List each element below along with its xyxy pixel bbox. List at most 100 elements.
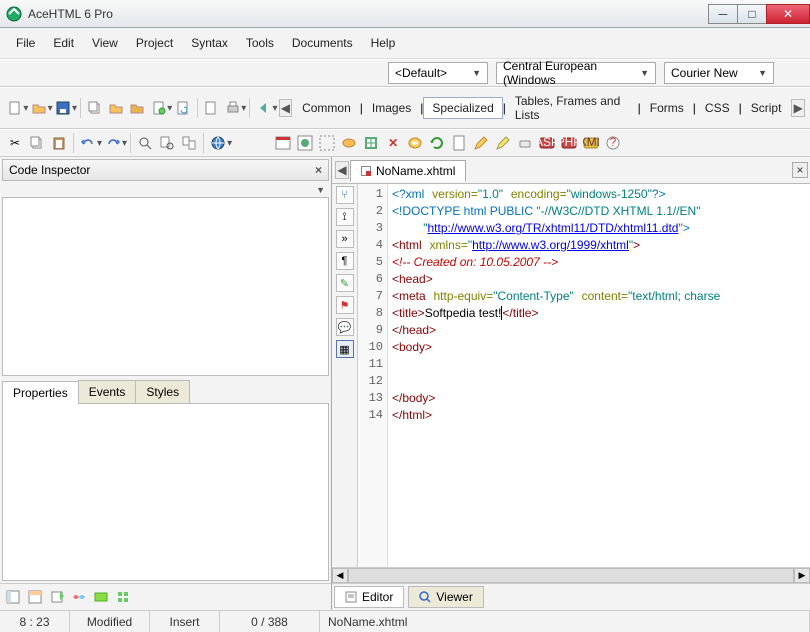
find-icon[interactable] [135, 133, 155, 153]
chat-icon[interactable]: 💬 [336, 318, 354, 336]
editor-tab-icon [345, 591, 357, 603]
arrow-left-icon[interactable] [254, 98, 273, 118]
font-combo[interactable]: Courier New▼ [664, 62, 774, 84]
find-text-icon[interactable] [157, 133, 177, 153]
menu-tools[interactable]: Tools [238, 32, 282, 54]
cut-icon[interactable]: ✂ [5, 133, 25, 153]
toolbar-tab-images[interactable]: Images [363, 97, 420, 119]
app-script-icon[interactable] [295, 133, 315, 153]
maximize-button[interactable]: □ [737, 4, 767, 24]
save-icon[interactable] [54, 98, 73, 118]
ring-icon[interactable] [405, 133, 425, 153]
paste-icon[interactable] [49, 133, 69, 153]
menu-view[interactable]: View [84, 32, 126, 54]
toolbar-tab-css[interactable]: CSS [696, 97, 739, 119]
fork-icon[interactable]: ⑂ [336, 186, 354, 204]
code-editor[interactable]: <?xml version="1.0" encoding="windows-12… [388, 184, 810, 567]
status-file: NoName.xhtml [320, 611, 810, 632]
inspector-dropdown[interactable]: ▼ [316, 185, 325, 195]
window-title: AceHTML 6 Pro [28, 7, 113, 21]
php-icon[interactable]: PHP [559, 133, 579, 153]
document-icon[interactable] [202, 98, 221, 118]
grid-icon[interactable]: ▦ [336, 340, 354, 358]
inspector-tab-events[interactable]: Events [78, 380, 137, 403]
inspector-tab-properties[interactable]: Properties [2, 381, 79, 404]
toolbar-tab-forms[interactable]: Forms [641, 97, 693, 119]
code-inspector-title: Code Inspector [9, 163, 90, 177]
encoding-combo[interactable]: Central European (Windows▼ [496, 62, 656, 84]
date-icon[interactable] [273, 133, 293, 153]
profile-combo[interactable]: <Default>▼ [388, 62, 488, 84]
panel-btn-6[interactable] [113, 587, 133, 607]
minimize-button[interactable]: ─ [708, 4, 738, 24]
replace-icon[interactable] [179, 133, 199, 153]
menu-file[interactable]: File [8, 32, 43, 54]
folder-open-icon[interactable] [128, 98, 147, 118]
help-icon[interactable]: ? [603, 133, 623, 153]
status-count: 0 / 388 [220, 611, 320, 632]
document-tab-close[interactable]: × [792, 162, 808, 178]
new-file-icon[interactable] [5, 98, 24, 118]
folder-icon[interactable] [106, 98, 125, 118]
toolbar-tab-tables-frames-and-lists[interactable]: Tables, Frames and Lists [506, 90, 638, 126]
close-button[interactable]: ✕ [766, 4, 810, 24]
scroll-right-arrow[interactable]: ▶ [794, 568, 810, 583]
menu-syntax[interactable]: Syntax [183, 32, 236, 54]
copy2-icon[interactable] [27, 133, 47, 153]
doctab-scroll-left[interactable]: ◀ [335, 161, 349, 179]
view-tab-viewer[interactable]: Viewer [408, 586, 483, 608]
marquee-icon[interactable] [317, 133, 337, 153]
menu-bar: FileEditViewProjectSyntaxToolsDocumentsH… [0, 28, 810, 59]
tabs-scroll-right[interactable]: ▶ [791, 99, 805, 117]
font-combo-value: Courier New [671, 66, 738, 80]
menu-documents[interactable]: Documents [284, 32, 361, 54]
flag-icon[interactable]: ⚑ [336, 296, 354, 314]
print-icon[interactable] [223, 98, 242, 118]
toolbar-tab-script[interactable]: Script [742, 97, 791, 119]
chevron-right-icon[interactable]: » [336, 230, 354, 248]
refresh-icon[interactable] [427, 133, 447, 153]
highlight-icon[interactable] [493, 133, 513, 153]
inspector-tab-styles[interactable]: Styles [135, 380, 190, 403]
delete-icon[interactable]: ✕ [383, 133, 403, 153]
svg-text:PHP: PHP [561, 135, 577, 149]
combo-band: <Default>▼ Central European (Windows▼ Co… [0, 59, 810, 87]
pencil-icon[interactable] [471, 133, 491, 153]
code-inspector-close[interactable]: × [315, 163, 322, 177]
pencil2-icon[interactable]: ✎ [336, 274, 354, 292]
scroll-thumb[interactable] [348, 568, 794, 583]
menu-edit[interactable]: Edit [45, 32, 82, 54]
inspector-body-lower [2, 404, 329, 582]
copy-icon[interactable] [85, 98, 104, 118]
page-icon[interactable] [149, 98, 168, 118]
view-tab-editor[interactable]: Editor [334, 586, 404, 608]
xml-icon[interactable]: XML [581, 133, 601, 153]
view-tabs: Editor Viewer [332, 583, 810, 610]
doc-icon[interactable] [449, 133, 469, 153]
page-reload-icon[interactable] [173, 98, 192, 118]
object-icon[interactable] [339, 133, 359, 153]
horizontal-scrollbar[interactable]: ◀ ▶ [332, 567, 810, 583]
embed-icon[interactable] [361, 133, 381, 153]
redo-icon[interactable] [103, 133, 123, 153]
asp-icon[interactable]: ASP [537, 133, 557, 153]
panel-btn-4[interactable] [69, 587, 89, 607]
panel-btn-2[interactable] [25, 587, 45, 607]
menu-help[interactable]: Help [363, 32, 404, 54]
open-folder-icon[interactable] [29, 98, 48, 118]
status-state: Modified [70, 611, 150, 632]
panel-btn-3[interactable] [47, 587, 67, 607]
scroll-left-arrow[interactable]: ◀ [332, 568, 348, 583]
toolbar-tab-common[interactable]: Common [293, 97, 360, 119]
document-tab[interactable]: NoName.xhtml [350, 160, 466, 182]
pilcrow-icon[interactable]: ¶ [336, 252, 354, 270]
toolbar-tab-specialized[interactable]: Specialized [423, 97, 502, 119]
tabs-scroll-left[interactable]: ◀ [279, 99, 293, 117]
undo-icon[interactable] [78, 133, 98, 153]
ruler-icon[interactable]: ⟟ [336, 208, 354, 226]
panel-btn-5[interactable] [91, 587, 111, 607]
panel-btn-1[interactable] [3, 587, 23, 607]
eraser-icon[interactable] [515, 133, 535, 153]
menu-project[interactable]: Project [128, 32, 181, 54]
browser-icon[interactable] [208, 133, 228, 153]
